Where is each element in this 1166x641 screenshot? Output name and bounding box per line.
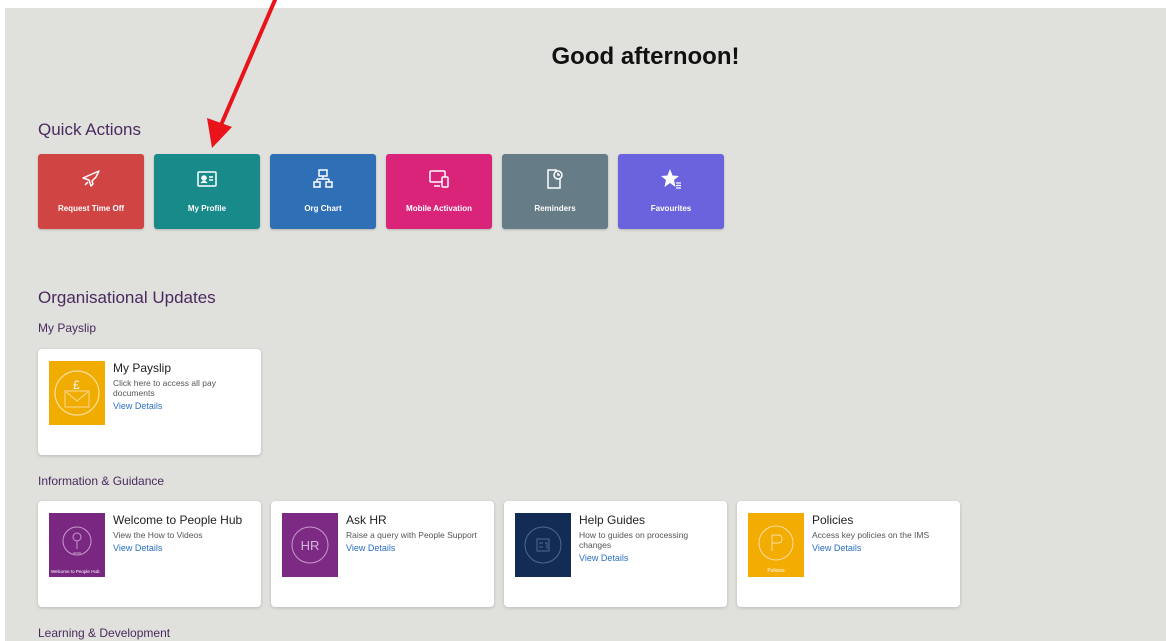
help-guides-card[interactable]: Help Guides How to guides on processing … [504, 501, 727, 607]
policies-icon: Policies [748, 513, 804, 577]
card-subtitle: Raise a query with People Support [346, 530, 477, 540]
reminders-label: Reminders [534, 204, 576, 213]
org-chart-icon [310, 166, 336, 192]
card-subtitle: View the How to Videos [113, 530, 203, 540]
request-time-off-label: Request Time Off [57, 204, 125, 213]
star-list-icon [658, 166, 684, 192]
card-title: My Payslip [113, 361, 172, 375]
greeting-heading: Good afternoon! [551, 43, 740, 70]
org-chart-tile[interactable]: Org Chart [270, 154, 376, 229]
learning-development-group-title: Learning & Development [38, 626, 171, 640]
favourites-label: Favourites [650, 204, 692, 213]
quick-actions-title: Quick Actions [38, 120, 141, 139]
policies-card[interactable]: Policies Policies Access key policies on… [737, 501, 960, 607]
org-chart-label: Org Chart [304, 204, 342, 213]
welcome-thumb-caption: Welcome to People Hub [51, 569, 100, 574]
view-details-link[interactable]: View Details [113, 401, 251, 411]
card-title: Ask HR [346, 513, 387, 527]
information-card-row: Welcome to People Hub Welcome to People … [38, 501, 960, 607]
mobile-activation-tile[interactable]: Mobile Activation [386, 154, 492, 229]
card-title: Policies [812, 513, 854, 527]
card-subtitle: How to guides on processing changes [579, 530, 689, 550]
mobile-activation-label: Mobile Activation [406, 204, 472, 213]
request-time-off-tile[interactable]: Request Time Off [38, 154, 144, 229]
organisational-updates-title: Organisational Updates [38, 288, 216, 307]
payslip-card-row: £ My Payslip Click here to access all pa… [38, 349, 261, 455]
airplane-icon [78, 166, 104, 192]
payslip-envelope-icon: £ [49, 361, 105, 425]
devices-icon [426, 166, 452, 192]
help-guides-icon [515, 513, 571, 577]
view-details-link[interactable]: View Details [579, 553, 717, 563]
card-subtitle: Access key policies on the IMS [812, 530, 930, 540]
view-details-link[interactable]: View Details [113, 543, 251, 553]
view-details-link[interactable]: View Details [812, 543, 950, 553]
reminders-tile[interactable]: Reminders [502, 154, 608, 229]
welcome-people-hub-card[interactable]: Welcome to People Hub Welcome to People … [38, 501, 261, 607]
ask-hr-card[interactable]: HR Ask HR Raise a query with People Supp… [271, 501, 494, 607]
document-clock-icon [542, 166, 568, 192]
my-profile-label: My Profile [187, 204, 227, 213]
id-card-icon [194, 166, 220, 192]
card-title: Help Guides [579, 513, 646, 527]
welcome-video-icon: Welcome to People Hub [49, 513, 105, 577]
policies-thumb-caption: Policies [767, 568, 785, 574]
card-title: Welcome to People Hub [113, 513, 243, 527]
my-payslip-card[interactable]: £ My Payslip Click here to access all pa… [38, 349, 261, 455]
favourites-tile[interactable]: Favourites [618, 154, 724, 229]
card-subtitle: Click here to access all pay documents [113, 378, 216, 398]
ask-hr-thumb-text: HR [300, 537, 320, 553]
view-details-link[interactable]: View Details [346, 543, 484, 553]
people-hub-page: Good afternoon! Quick Actions Request Ti… [5, 8, 1166, 641]
information-guidance-group-title: Information & Guidance [38, 474, 165, 488]
ask-hr-icon: HR [282, 513, 338, 577]
my-payslip-group-title: My Payslip [38, 321, 97, 335]
quick-actions-row: Request Time Off My Profile Org Chart Mo… [38, 154, 724, 229]
my-profile-tile[interactable]: My Profile [154, 154, 260, 229]
svg-text:£: £ [73, 378, 80, 392]
